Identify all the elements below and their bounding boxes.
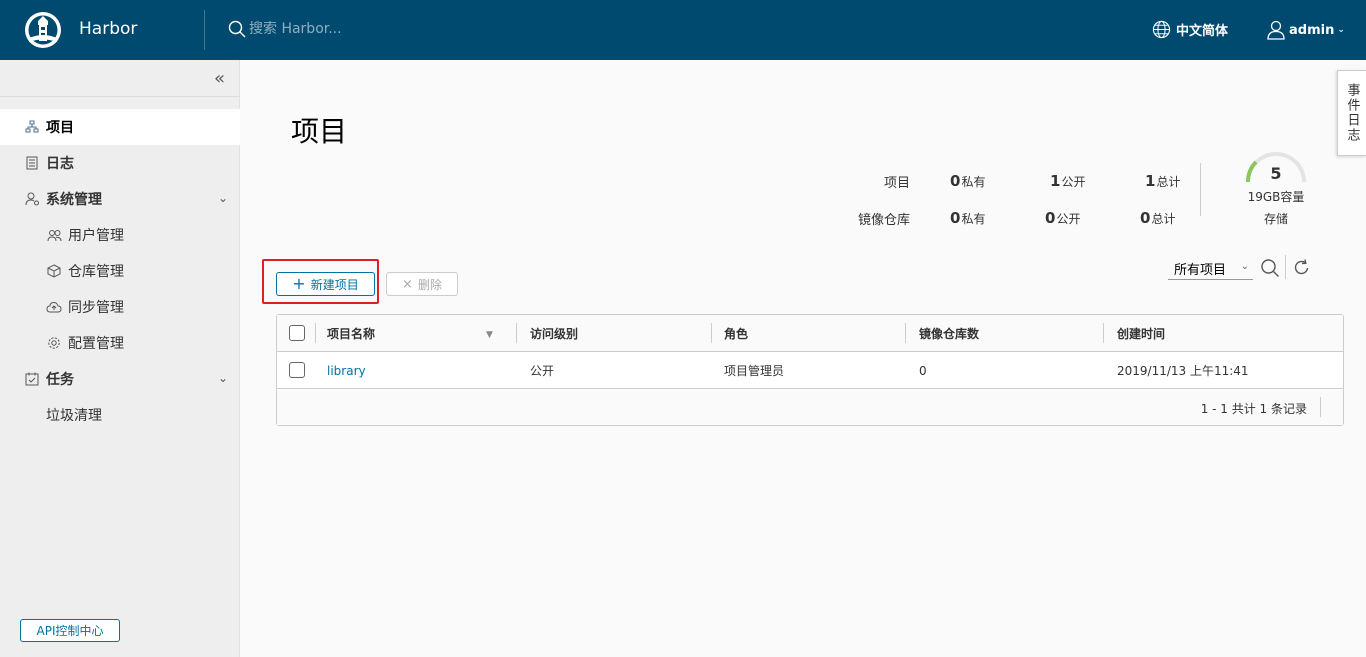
language-switcher[interactable]: 中文简体 bbox=[1152, 20, 1228, 39]
users-icon bbox=[46, 229, 62, 242]
sidebar-item-tasks[interactable]: 任务 ⌄ bbox=[0, 361, 240, 397]
chevron-down-icon: ⌄ bbox=[1337, 25, 1345, 35]
sidebar-item-label: 项目 bbox=[46, 120, 74, 136]
gear-icon bbox=[46, 336, 62, 350]
column-header-created[interactable]: 创建时间 bbox=[1117, 315, 1165, 352]
admin-icon bbox=[24, 192, 40, 206]
project-filter-select[interactable]: 所有项目 ⌄ bbox=[1168, 258, 1253, 280]
stats-projects-private: 0 私有 bbox=[950, 172, 986, 190]
column-divider bbox=[905, 323, 906, 343]
stats-repos-total: 0 总计 bbox=[1140, 209, 1176, 227]
stats-repos-private: 0 私有 bbox=[950, 209, 986, 227]
footer-divider bbox=[1320, 397, 1321, 417]
column-divider bbox=[711, 323, 712, 343]
new-project-button[interactable]: + 新建项目 bbox=[276, 272, 375, 296]
search-icon[interactable] bbox=[1260, 258, 1280, 278]
user-icon bbox=[1267, 20, 1285, 40]
storage-value: 5 bbox=[1270, 164, 1282, 183]
delete-label: 删除 bbox=[417, 277, 442, 292]
sidebar-item-admin[interactable]: 系统管理 ⌄ bbox=[0, 181, 240, 217]
stats-row-projects: 项目 0 私有 1 公开 1 总计 bbox=[840, 172, 1190, 192]
search-icon bbox=[228, 20, 246, 38]
sidebar-item-label: 系统管理 bbox=[46, 192, 102, 208]
sidebar-item-projects[interactable]: 项目 bbox=[0, 109, 240, 145]
event-log-label: 事件日志 bbox=[1344, 83, 1360, 143]
column-divider bbox=[516, 323, 517, 343]
global-search[interactable] bbox=[228, 20, 449, 38]
chevron-down-icon: ⌄ bbox=[1240, 261, 1249, 272]
search-input[interactable] bbox=[249, 21, 449, 37]
close-icon: × bbox=[402, 276, 413, 292]
select-all-checkbox[interactable] bbox=[289, 325, 305, 341]
user-menu[interactable]: admin ⌄ bbox=[1267, 20, 1345, 40]
stats-divider bbox=[1200, 163, 1201, 216]
storage-label: 存储 bbox=[1263, 212, 1288, 226]
filter-selected: 所有项目 bbox=[1174, 263, 1227, 278]
stats-repos-label: 镜像仓库 bbox=[857, 213, 910, 228]
sidebar-item-gc[interactable]: 垃圾清理 bbox=[0, 397, 240, 433]
project-role: 项目管理员 bbox=[724, 364, 785, 378]
logs-icon bbox=[24, 156, 40, 170]
new-project-label: 新建项目 bbox=[310, 277, 359, 292]
project-created: 2019/11/13 上午11:41 bbox=[1117, 364, 1249, 378]
sidebar-item-label: 同步管理 bbox=[68, 300, 124, 316]
project-repo-count: 0 bbox=[919, 363, 927, 378]
column-divider bbox=[1103, 323, 1104, 343]
project-access: 公开 bbox=[530, 364, 555, 378]
tasks-icon bbox=[24, 372, 40, 386]
table-header: 项目名称 ▼ 访问级别 角色 镜像仓库数 创建时间 bbox=[277, 315, 1343, 352]
api-explorer-button[interactable]: API控制中心 bbox=[20, 619, 120, 642]
sidebar-item-label: 垃圾清理 bbox=[46, 408, 102, 424]
refresh-icon[interactable] bbox=[1292, 258, 1312, 278]
sidebar-item-label: 配置管理 bbox=[68, 336, 124, 352]
sidebar-item-label: 仓库管理 bbox=[68, 264, 124, 280]
harbor-logo-icon[interactable] bbox=[24, 11, 62, 49]
stats-projects-public: 1 公开 bbox=[1050, 172, 1086, 190]
sidebar-divider bbox=[0, 96, 240, 97]
language-label: 中文简体 bbox=[1176, 24, 1229, 39]
column-header-role[interactable]: 角色 bbox=[724, 315, 748, 352]
chevron-down-icon[interactable]: ⌄ bbox=[218, 371, 228, 385]
row-checkbox[interactable] bbox=[289, 362, 305, 378]
column-header-repo-count[interactable]: 镜像仓库数 bbox=[919, 315, 979, 352]
delete-button[interactable]: × 删除 bbox=[386, 272, 458, 296]
header-divider bbox=[204, 10, 205, 50]
column-divider bbox=[315, 323, 316, 343]
sidebar-item-registries[interactable]: 仓库管理 bbox=[0, 253, 240, 289]
column-header-name[interactable]: 项目名称 bbox=[327, 315, 375, 352]
filter-icon[interactable]: ▼ bbox=[486, 330, 493, 340]
column-header-access[interactable]: 访问级别 bbox=[530, 315, 578, 352]
stats-repos-public: 0 公开 bbox=[1045, 209, 1081, 227]
toolbar-divider bbox=[1285, 255, 1286, 279]
stats-row-repos: 镜像仓库 0 私有 0 公开 0 总计 bbox=[840, 209, 1190, 229]
plus-icon: + bbox=[292, 274, 306, 293]
brand-name[interactable]: Harbor bbox=[79, 19, 137, 39]
stats-projects-label: 项目 bbox=[883, 176, 910, 191]
project-name-link[interactable]: library bbox=[327, 352, 366, 389]
stats-projects-total: 1 总计 bbox=[1145, 172, 1181, 190]
top-navigation-bar: Harbor 中文简体 admin ⌄ bbox=[0, 0, 1366, 60]
sidebar-item-logs[interactable]: 日志 bbox=[0, 145, 240, 181]
sidebar-item-label: 日志 bbox=[46, 156, 74, 172]
chevron-down-icon[interactable]: ⌄ bbox=[218, 191, 228, 205]
sidebar-item-users[interactable]: 用户管理 bbox=[0, 217, 240, 253]
table-row: library 公开 项目管理员 0 2019/11/13 上午11:41 bbox=[277, 352, 1343, 389]
storage-capacity: 19GB容量 bbox=[1247, 190, 1305, 204]
collapse-sidebar-icon[interactable]: « bbox=[214, 68, 225, 89]
pagination-summary: 1 - 1 共计 1 条记录 bbox=[1200, 402, 1307, 416]
sidebar: « 项目 日志 系统管理 ⌄ 用户管理 仓库管理 同步管理 配置管理 任务 ⌄ … bbox=[0, 60, 240, 657]
projects-datagrid: 项目名称 ▼ 访问级别 角色 镜像仓库数 创建时间 library 公开 项目管… bbox=[276, 314, 1344, 426]
replication-icon bbox=[46, 301, 62, 314]
event-log-tab[interactable]: 事件日志 bbox=[1337, 70, 1366, 156]
registry-icon bbox=[46, 264, 62, 278]
sidebar-item-replications[interactable]: 同步管理 bbox=[0, 289, 240, 325]
sidebar-item-configuration[interactable]: 配置管理 bbox=[0, 325, 240, 361]
globe-icon bbox=[1152, 20, 1171, 39]
username: admin bbox=[1289, 22, 1335, 38]
sidebar-item-label: 任务 bbox=[46, 372, 74, 388]
projects-icon bbox=[24, 120, 40, 134]
page-title: 项目 bbox=[291, 115, 348, 148]
table-footer: 1 - 1 共计 1 条记录 bbox=[277, 390, 1343, 425]
sidebar-item-label: 用户管理 bbox=[68, 228, 124, 244]
